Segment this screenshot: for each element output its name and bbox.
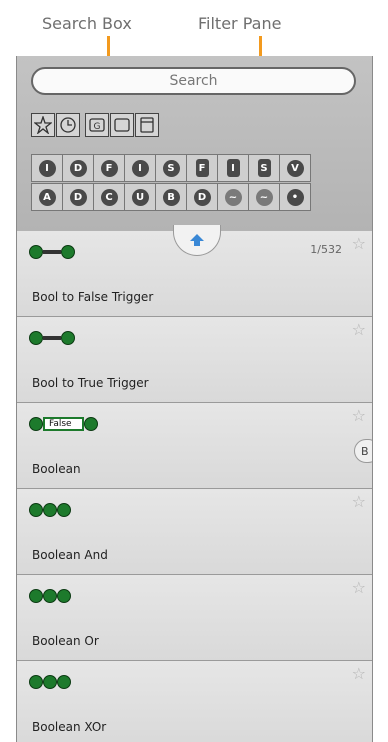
node-preview-icon bbox=[29, 671, 71, 690]
favorite-star-icon[interactable]: ☆ bbox=[352, 578, 366, 597]
list-item[interactable]: 1/532 ☆ Bool to False Trigger bbox=[17, 225, 372, 317]
search-input[interactable]: Search bbox=[31, 67, 356, 95]
favorite-star-icon[interactable]: ☆ bbox=[352, 492, 366, 511]
list-item-label: Bool to True Trigger bbox=[32, 376, 149, 390]
square-icon[interactable] bbox=[110, 113, 134, 137]
filter-icon[interactable]: D bbox=[62, 183, 94, 211]
node-preview-icon bbox=[29, 499, 71, 518]
node-browser-panel: Search G I D F I S F I S V A D C U B D ~… bbox=[16, 56, 373, 742]
list-item-label: Boolean Or bbox=[32, 634, 99, 648]
filter-icon[interactable]: F bbox=[186, 154, 218, 182]
up-arrow-icon[interactable] bbox=[173, 225, 221, 256]
star-icon[interactable] bbox=[31, 113, 55, 137]
filter-icon[interactable]: • bbox=[279, 183, 311, 211]
filter-icon[interactable]: ~ bbox=[248, 183, 280, 211]
filter-icon[interactable]: C bbox=[93, 183, 125, 211]
list-item-label: Bool to False Trigger bbox=[32, 290, 154, 304]
type-filter-row-2: A D C U B D ~ ~ • bbox=[31, 183, 311, 211]
list-item[interactable]: ☆ Boolean Or bbox=[17, 575, 372, 661]
node-preview-icon bbox=[29, 241, 75, 260]
g-icon[interactable]: G bbox=[85, 113, 109, 137]
favorite-star-icon[interactable]: ☆ bbox=[352, 234, 366, 253]
false-value-label: False bbox=[43, 416, 84, 431]
clock-icon[interactable] bbox=[56, 113, 80, 137]
filter-toolbar: G bbox=[31, 113, 160, 137]
favorite-star-icon[interactable]: ☆ bbox=[352, 664, 366, 683]
type-filter-row-1: I D F I S F I S V bbox=[31, 154, 311, 182]
filter-icon[interactable]: D bbox=[62, 154, 94, 182]
list-item[interactable]: ☆ Bool to True Trigger bbox=[17, 317, 372, 403]
filter-icon[interactable]: S bbox=[155, 154, 187, 182]
filter-icon[interactable]: A bbox=[31, 183, 63, 211]
list-item[interactable]: ☆ Boolean And bbox=[17, 489, 372, 575]
favorite-star-icon[interactable]: ☆ bbox=[352, 406, 366, 425]
filter-icon[interactable]: I bbox=[31, 154, 63, 182]
filter-icon[interactable]: ~ bbox=[217, 183, 249, 211]
node-preview-icon bbox=[29, 585, 71, 604]
list-item[interactable]: False ☆ B Boolean bbox=[17, 403, 372, 489]
filter-icon[interactable]: V bbox=[279, 154, 311, 182]
svg-text:G: G bbox=[94, 122, 101, 132]
node-preview-icon: False bbox=[29, 413, 98, 432]
list-item[interactable]: ☆ Boolean XOr bbox=[17, 661, 372, 742]
filter-pane: Search G I D F I S F I S V A D C U B D ~… bbox=[17, 56, 372, 231]
node-preview-icon bbox=[29, 327, 75, 346]
list-item-label: Boolean XOr bbox=[32, 720, 107, 734]
list-item-label: Boolean bbox=[32, 462, 81, 476]
filter-icon[interactable]: I bbox=[124, 154, 156, 182]
filter-icon[interactable]: B bbox=[155, 183, 187, 211]
filter-icon[interactable]: I bbox=[217, 154, 249, 182]
filter-icon[interactable]: D bbox=[186, 183, 218, 211]
list-item-label: Boolean And bbox=[32, 548, 108, 562]
favorite-star-icon[interactable]: ☆ bbox=[352, 320, 366, 339]
node-list: 1/532 ☆ Bool to False Trigger ☆ Bool to … bbox=[17, 225, 372, 742]
filter-icon[interactable]: S bbox=[248, 154, 280, 182]
filter-icon[interactable]: F bbox=[93, 154, 125, 182]
filter-icon[interactable]: U bbox=[124, 183, 156, 211]
search-box-annotation: Search Box bbox=[42, 14, 132, 33]
b-button[interactable]: B bbox=[354, 439, 372, 463]
result-count: 1/532 bbox=[310, 243, 342, 256]
filter-pane-annotation: Filter Pane bbox=[198, 14, 282, 33]
window-icon[interactable] bbox=[135, 113, 159, 137]
